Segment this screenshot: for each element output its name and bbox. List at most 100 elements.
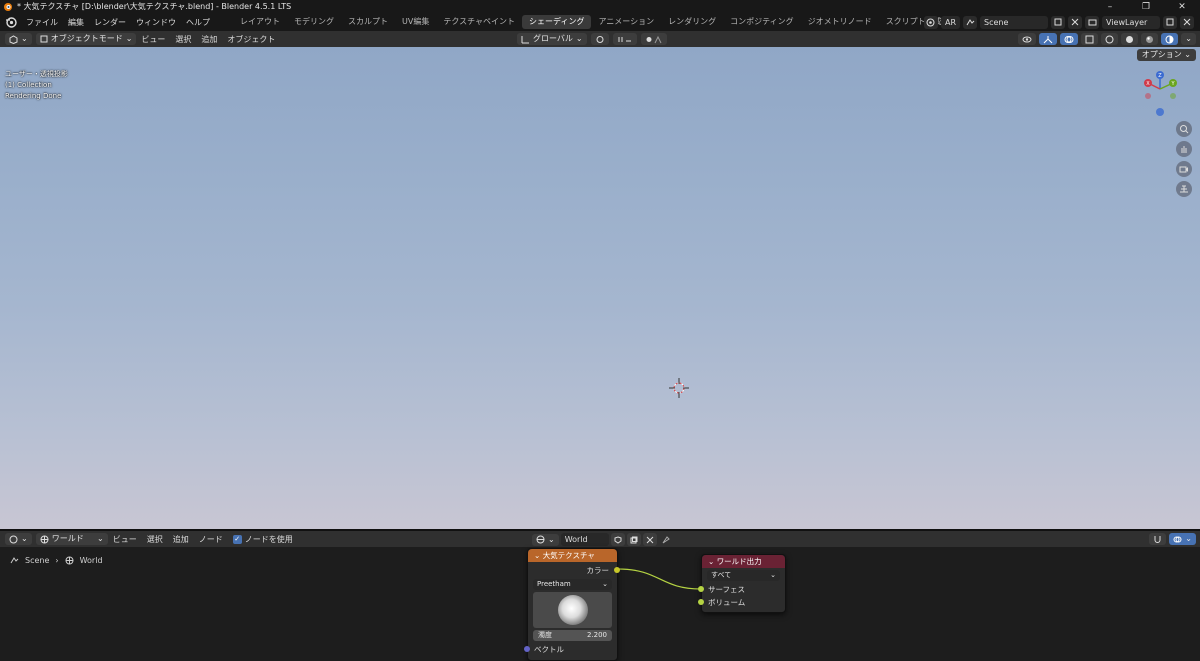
vector-input-socket[interactable]: [524, 646, 530, 652]
menu-select[interactable]: 選択: [170, 34, 196, 45]
delete-scene-icon[interactable]: [1068, 15, 1082, 29]
preview-sphere-icon: [557, 595, 588, 625]
sky-node-header[interactable]: ⌄ 大気テクスチャ: [528, 549, 617, 562]
wireframe-icon: [1105, 35, 1114, 43]
tab-rendering[interactable]: レンダリング: [661, 15, 723, 29]
shading-rendered[interactable]: [1161, 33, 1179, 45]
menu-object[interactable]: オブジェクト: [222, 34, 280, 45]
mode-dropdown[interactable]: オブジェクトモード ⌄: [35, 33, 137, 45]
editor-type-dropdown[interactable]: ⌄: [5, 33, 32, 45]
vector-input-row: ベクトル: [524, 643, 617, 656]
tab-animation[interactable]: アニメーション: [591, 15, 661, 29]
color-output-socket[interactable]: [614, 567, 620, 573]
turbidity-slider[interactable]: 濁度 2.200: [533, 630, 612, 641]
volume-input-row: ボリューム: [698, 596, 785, 609]
3d-view-icon: [9, 34, 18, 44]
chevron-down-icon: ⌄: [602, 580, 608, 588]
menu-help[interactable]: ヘルプ: [181, 17, 215, 28]
top-menu-bar: ファイル 編集 レンダー ウィンドウ ヘルプ レイアウト モデリング スカルプト…: [0, 13, 1200, 31]
sky-type-dropdown[interactable]: Preetham ⌄: [533, 579, 612, 590]
world-output-node[interactable]: ⌄ ワールド出力 すべて ⌄ サーフェス ボリューム: [698, 554, 786, 613]
menu-add[interactable]: 追加: [196, 34, 222, 45]
surface-input-row: サーフェス: [698, 583, 785, 596]
sky-preview: [533, 592, 612, 628]
close-button[interactable]: ✕: [1164, 0, 1200, 13]
delete-view-layer-icon[interactable]: [1180, 15, 1194, 29]
turbidity-value: 2.200: [586, 631, 607, 639]
menu-view[interactable]: ビュー: [136, 34, 170, 45]
proportional-edit-icon: [646, 35, 662, 43]
solid-icon: [1126, 35, 1134, 43]
view-layer-field[interactable]: ViewLayer: [1102, 15, 1160, 29]
navigation-gizmo[interactable]: Z X Y: [1138, 69, 1186, 117]
visibility-dropdown[interactable]: [1018, 33, 1037, 45]
shader-node-editor[interactable]: ⌄ ワールド ⌄ ビュー 選択 追加 ノード ✓ ノードを使用 ⌄ World: [0, 531, 1200, 661]
output-node-title: ワールド出力: [716, 557, 762, 566]
xray-toggle[interactable]: [1081, 33, 1099, 45]
chevron-down-icon: ⌄: [770, 571, 776, 579]
color-output-label: カラー: [586, 566, 610, 575]
viewport-options-dropdown[interactable]: オプション ⌄: [1136, 49, 1196, 61]
view-layer-icon: [1085, 15, 1099, 29]
tab-layout[interactable]: レイアウト: [233, 15, 287, 29]
tab-modeling[interactable]: モデリング: [287, 15, 341, 29]
orientation-label: グローバル: [533, 34, 573, 43]
shading-wireframe[interactable]: [1101, 33, 1119, 45]
output-target-label: すべて: [711, 571, 732, 579]
maximize-button[interactable]: ❐: [1128, 0, 1164, 13]
mode-label: オブジェクトモード: [50, 34, 123, 43]
new-scene-icon[interactable]: [1051, 15, 1065, 29]
shading-material[interactable]: [1141, 33, 1159, 45]
collection-label: (1) Collection: [5, 81, 52, 89]
tab-texture-paint[interactable]: テクスチャペイント: [436, 15, 522, 29]
blender-menu-icon[interactable]: [5, 16, 17, 28]
volume-input-label: ボリューム: [708, 598, 746, 607]
turbidity-label: 濁度: [538, 631, 552, 639]
ar-icon: [923, 15, 938, 29]
menu-edit[interactable]: 編集: [63, 17, 89, 28]
ar-dropdown[interactable]: AR: [940, 15, 960, 29]
pivot-icon: [596, 35, 604, 43]
gizmo-x-label: X: [1146, 81, 1150, 87]
chevron-down-icon: ⌄: [21, 34, 28, 43]
surface-input-socket[interactable]: [698, 586, 704, 592]
pan-hand-icon[interactable]: [1176, 141, 1192, 157]
render-status-label: Rendering Done: [5, 92, 62, 100]
new-view-layer-icon[interactable]: [1163, 15, 1177, 29]
scene-name-field[interactable]: Scene: [980, 15, 1048, 29]
3d-cursor-icon[interactable]: [669, 378, 689, 398]
title-bar: * 大気テクスチャ [D:\blender\大気テクスチャ.blend] - B…: [0, 0, 1200, 13]
sky-texture-node[interactable]: ⌄ 大気テクスチャ カラー Preetham ⌄ 濁度 2.200 ベクトル: [524, 548, 620, 661]
3d-viewport[interactable]: ⌄ オブジェクトモード ⌄ ビュー 選択 追加 オブジェクト グローバル ⌄ ⌄…: [0, 31, 1200, 529]
tab-geometry-nodes[interactable]: ジオメトリノード: [801, 15, 879, 29]
collapse-chevron-icon[interactable]: ⌄: [534, 551, 540, 560]
pivot-point-dropdown[interactable]: [590, 33, 609, 45]
collapse-chevron-icon[interactable]: ⌄: [708, 557, 714, 566]
shading-options[interactable]: ⌄: [1181, 33, 1196, 45]
tab-sculpting[interactable]: スカルプト: [341, 15, 395, 29]
snap-dropdown[interactable]: [612, 33, 637, 45]
zoom-icon[interactable]: [1176, 121, 1192, 137]
menu-window[interactable]: ウィンドウ: [131, 17, 181, 28]
proportional-edit-dropdown[interactable]: [640, 33, 667, 45]
output-target-dropdown[interactable]: すべて ⌄: [707, 570, 780, 581]
tab-shading[interactable]: シェーディング: [522, 15, 592, 29]
camera-view-icon[interactable]: [1176, 161, 1192, 177]
tab-compositing[interactable]: コンポジティング: [723, 15, 801, 29]
menu-render[interactable]: レンダー: [89, 17, 131, 28]
surface-input-label: サーフェス: [708, 585, 746, 594]
transform-orientation-dropdown[interactable]: グローバル ⌄: [517, 33, 587, 45]
minimize-button[interactable]: –: [1092, 0, 1128, 13]
tab-uv-editing[interactable]: UV編集: [395, 15, 436, 29]
rendered-icon: [1165, 35, 1174, 43]
overlays-toggle[interactable]: [1060, 33, 1079, 45]
viewport-header: ⌄ オブジェクトモード ⌄ ビュー 選択 追加 オブジェクト グローバル ⌄ ⌄: [0, 31, 1200, 47]
menu-file[interactable]: ファイル: [21, 17, 63, 28]
output-node-header[interactable]: ⌄ ワールド出力: [702, 555, 785, 568]
perspective-grid-icon[interactable]: [1176, 181, 1192, 197]
gizmo-toggle[interactable]: [1039, 33, 1058, 45]
shading-solid[interactable]: [1121, 33, 1139, 45]
blender-app-icon: [4, 2, 12, 11]
volume-input-socket[interactable]: [698, 599, 704, 605]
orientation-icon: [521, 35, 529, 43]
